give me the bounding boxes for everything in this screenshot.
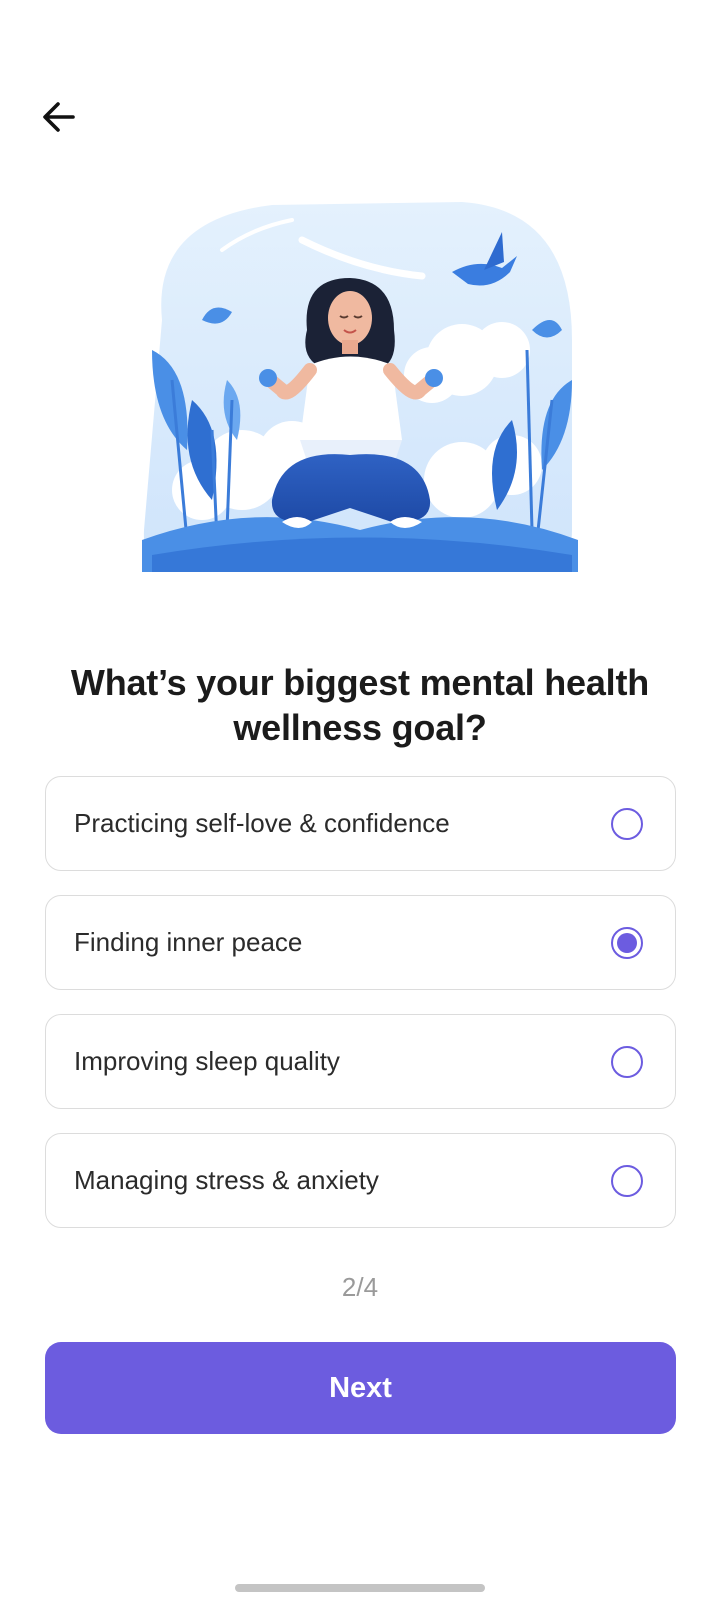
- radio-button-selected[interactable]: [611, 926, 643, 959]
- meditation-illustration: [142, 202, 578, 572]
- radio-button[interactable]: [611, 1045, 643, 1078]
- options-list: Practicing self-love & confidence Findin…: [45, 776, 676, 1252]
- arrow-left-icon: [43, 102, 75, 132]
- radio-button[interactable]: [611, 807, 643, 840]
- option-label: Practicing self-love & confidence: [74, 808, 450, 838]
- option-self-love[interactable]: Practicing self-love & confidence: [45, 776, 676, 871]
- option-label: Finding inner peace: [74, 927, 303, 957]
- back-button[interactable]: [36, 94, 82, 140]
- radio-button[interactable]: [611, 1164, 643, 1197]
- step-indicator: 2/4: [341, 1272, 379, 1302]
- question-title: What’s your biggest mental health wellne…: [70, 662, 650, 748]
- option-label: Managing stress & anxiety: [74, 1165, 379, 1195]
- onboarding-screen: What’s your biggest mental health wellne…: [0, 0, 720, 1600]
- option-sleep-quality[interactable]: Improving sleep quality: [45, 1014, 676, 1109]
- option-stress-anxiety[interactable]: Managing stress & anxiety: [45, 1133, 676, 1228]
- next-button[interactable]: Next: [45, 1342, 676, 1434]
- option-inner-peace[interactable]: Finding inner peace: [45, 895, 676, 990]
- option-label: Improving sleep quality: [74, 1046, 340, 1076]
- home-indicator[interactable]: [235, 1584, 485, 1592]
